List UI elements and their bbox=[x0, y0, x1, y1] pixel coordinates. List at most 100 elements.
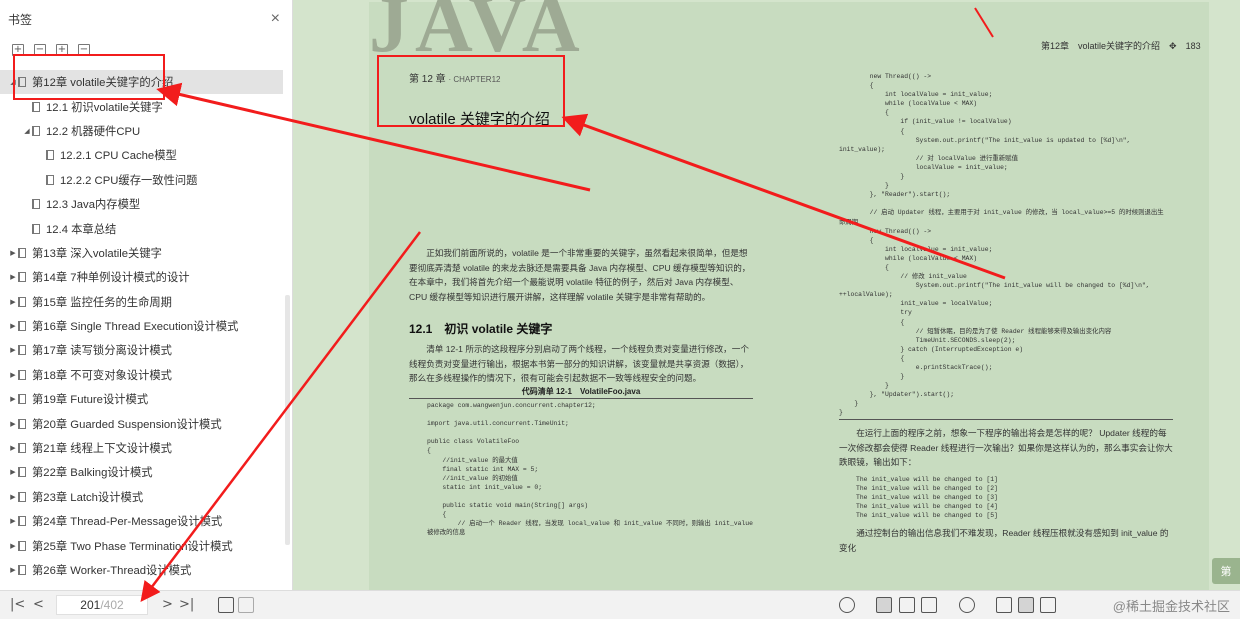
expand-triangle-icon[interactable]: ▶ bbox=[8, 298, 18, 306]
bookmark-page-icon bbox=[32, 101, 40, 112]
toc-item[interactable]: ◢ 12.2 机器硬件CPU bbox=[0, 119, 283, 143]
right-paragraph-2: 通过控制台的输出信息我们不难发现，Reader 线程压根就没有感知到 init_… bbox=[839, 528, 1169, 553]
fit-width-icon[interactable] bbox=[996, 597, 1012, 613]
fit-page-icon[interactable] bbox=[1018, 597, 1034, 613]
toc-item-label: 第25章 Two Phase Termination设计模式 bbox=[32, 540, 233, 553]
sidebar-header: 书签 × bbox=[0, 0, 292, 38]
single-page-icon[interactable] bbox=[876, 597, 892, 613]
double-page-icon[interactable] bbox=[921, 597, 937, 613]
bottom-toolbar: |< < 201 /402 > >| @稀土掘金技术社区 bbox=[0, 590, 1240, 619]
bookmark-page-icon bbox=[46, 174, 54, 185]
bookmark-page-icon bbox=[18, 491, 26, 502]
back-icon[interactable] bbox=[218, 597, 234, 613]
output-code: The init_value will be changed to [1] Th… bbox=[856, 476, 998, 520]
toc-item-label: 第13章 深入volatile关键字 bbox=[32, 247, 162, 260]
background-title: JAVA bbox=[369, 0, 586, 69]
close-icon[interactable]: × bbox=[271, 11, 280, 27]
expand-triangle-icon[interactable]: ▶ bbox=[8, 566, 18, 574]
last-page-button[interactable]: >| bbox=[179, 596, 194, 614]
expand-triangle-icon[interactable]: ▶ bbox=[8, 444, 18, 452]
toc-item[interactable]: 12.2.2 CPU缓存一致性问题 bbox=[0, 168, 283, 192]
bookmark-page-icon bbox=[18, 565, 26, 575]
toc-item[interactable]: ▶ 第24章 Thread-Per-Message设计模式 bbox=[0, 509, 283, 533]
next-page-tab[interactable]: 第 bbox=[1212, 558, 1240, 584]
toc-item[interactable]: ▶ 第18章 不可变对象设计模式 bbox=[0, 363, 283, 387]
toc-item-label: 第20章 Guarded Suspension设计模式 bbox=[32, 418, 222, 431]
expand-all-icon[interactable]: + bbox=[12, 44, 24, 56]
bookmark-page-icon bbox=[18, 369, 26, 380]
listing-rule bbox=[409, 398, 753, 399]
page-number-field[interactable]: 201 /402 bbox=[56, 595, 148, 615]
intro-paragraph: 正如我们前面所说的，volatile 是一个非常重要的关键字，虽然看起来很简单，… bbox=[409, 248, 751, 302]
toc-item[interactable]: 12.2.1 CPU Cache模型 bbox=[0, 143, 283, 167]
chapter-label: 第 12 章 · CHAPTER12 bbox=[409, 70, 500, 85]
toc-item[interactable]: 12.3 Java内存模型 bbox=[0, 192, 283, 216]
toc-item-label: 12.2.2 CPU缓存一致性问题 bbox=[60, 174, 198, 187]
bookmark-page-icon bbox=[32, 199, 40, 210]
sidebar-title: 书签 bbox=[8, 12, 33, 27]
sidebar-scrollbar[interactable] bbox=[285, 295, 290, 545]
section-paragraph: 清单 12-1 所示的这段程序分别启动了两个线程，一个线程负责对变量进行修改，一… bbox=[409, 344, 749, 383]
toc-item-label: 第21章 线程上下文设计模式 bbox=[32, 443, 172, 456]
collapse-triangle-icon[interactable]: ◢ bbox=[22, 127, 32, 135]
toc-item[interactable]: ▶ 第15章 监控任务的生命周期 bbox=[0, 290, 283, 314]
toc-item[interactable]: ▶ 第22章 Balking设计模式 bbox=[0, 460, 283, 484]
toc-item-label: 第23章 Latch设计模式 bbox=[32, 491, 144, 504]
toc-item[interactable]: ▶ 第17章 读写锁分离设计模式 bbox=[0, 338, 283, 362]
bookmark-sidebar: 书签 × + − + − ◢ 第12章 volatile关键字的介绍 12.1 初识… bbox=[0, 0, 293, 590]
watermark: @稀土掘金技术社区 bbox=[1112, 599, 1230, 614]
toc-item[interactable]: ▶ 第25章 Two Phase Termination设计模式 bbox=[0, 533, 283, 557]
expand-triangle-icon[interactable]: ▶ bbox=[8, 468, 18, 476]
continuous-page-icon[interactable] bbox=[899, 597, 915, 613]
expand-triangle-icon[interactable]: ▶ bbox=[8, 322, 18, 330]
toc-item-label: 12.2 机器硬件CPU bbox=[46, 125, 141, 138]
expand-triangle-icon[interactable]: ▶ bbox=[8, 542, 18, 550]
expand-triangle-icon[interactable]: ▶ bbox=[8, 346, 18, 354]
collapse-all-icon[interactable]: − bbox=[34, 44, 46, 56]
expand-triangle-icon[interactable]: ▶ bbox=[8, 420, 18, 428]
bookmark-page-icon bbox=[18, 418, 26, 429]
expand-triangle-icon[interactable]: ▶ bbox=[8, 371, 18, 379]
toc-item[interactable]: ▶ 第14章 7种单例设计模式的设计 bbox=[0, 265, 283, 289]
toc-item[interactable]: ▶ 第20章 Guarded Suspension设计模式 bbox=[0, 411, 283, 435]
sidebar-toolbar: + − + − bbox=[0, 38, 292, 62]
remove-bookmark-icon[interactable]: − bbox=[78, 44, 90, 56]
expand-triangle-icon[interactable]: ▶ bbox=[8, 249, 18, 257]
toc-item[interactable]: ▶ 第21章 线程上下文设计模式 bbox=[0, 436, 283, 460]
toc-item[interactable]: ▶ 第26章 Worker-Thread设计模式 bbox=[0, 558, 283, 582]
bookmark-page-icon bbox=[18, 443, 26, 454]
document-page: JAVA 第12章 volatile关键字的介绍 ✥ 183 第 12 章 · … bbox=[369, 0, 1209, 590]
toc-item[interactable]: ▶ 第13章 深入volatile关键字 bbox=[0, 241, 283, 265]
toc-item[interactable]: ▶ 第16章 Single Thread Execution设计模式 bbox=[0, 314, 283, 338]
bookmark-page-icon bbox=[18, 77, 26, 88]
add-bookmark-icon[interactable]: + bbox=[56, 44, 68, 56]
expand-triangle-icon[interactable]: ▶ bbox=[8, 273, 18, 281]
right-rule bbox=[839, 419, 1173, 420]
bookmark-page-icon bbox=[18, 394, 26, 405]
toc-item-label: 第24章 Thread-Per-Message设计模式 bbox=[32, 516, 223, 529]
toc-item[interactable]: 12.1 初识volatile关键字 bbox=[0, 94, 283, 118]
toc-item[interactable]: ▶ 第23章 Latch设计模式 bbox=[0, 485, 283, 509]
chapter-number-en: · CHAPTER12 bbox=[448, 75, 501, 84]
play-icon[interactable] bbox=[959, 597, 975, 613]
bookmark-icon[interactable] bbox=[1040, 597, 1056, 613]
bookmark-page-icon bbox=[32, 223, 40, 234]
previous-page-button[interactable]: < bbox=[33, 596, 44, 614]
expand-triangle-icon[interactable]: ▶ bbox=[8, 493, 18, 501]
expand-triangle-icon[interactable]: ▶ bbox=[8, 395, 18, 403]
toc-item[interactable]: 12.4 本章总结 bbox=[0, 216, 283, 240]
forward-icon[interactable] bbox=[238, 597, 254, 613]
toc-item-label: 12.3 Java内存模型 bbox=[46, 199, 141, 212]
toc-item[interactable]: ◢ 第12章 volatile关键字的介绍 bbox=[0, 70, 283, 95]
document-viewport[interactable]: JAVA 第12章 volatile关键字的介绍 ✥ 183 第 12 章 · … bbox=[294, 0, 1240, 590]
bookmark-page-icon bbox=[18, 516, 26, 527]
toc-item-label: 第22章 Balking设计模式 bbox=[32, 467, 153, 480]
first-page-button[interactable]: |< bbox=[10, 596, 25, 614]
expand-triangle-icon[interactable]: ▶ bbox=[8, 517, 18, 525]
collapse-triangle-icon[interactable]: ◢ bbox=[8, 78, 18, 86]
eye-protection-icon[interactable] bbox=[839, 597, 855, 613]
next-page-button[interactable]: > bbox=[162, 596, 173, 614]
toc-item[interactable]: ▶ 第19章 Future设计模式 bbox=[0, 387, 283, 411]
section-title: 12.1 初识 volatile 关键字 bbox=[409, 322, 553, 336]
chapter-title: volatile 关键字的介绍 bbox=[409, 111, 550, 128]
